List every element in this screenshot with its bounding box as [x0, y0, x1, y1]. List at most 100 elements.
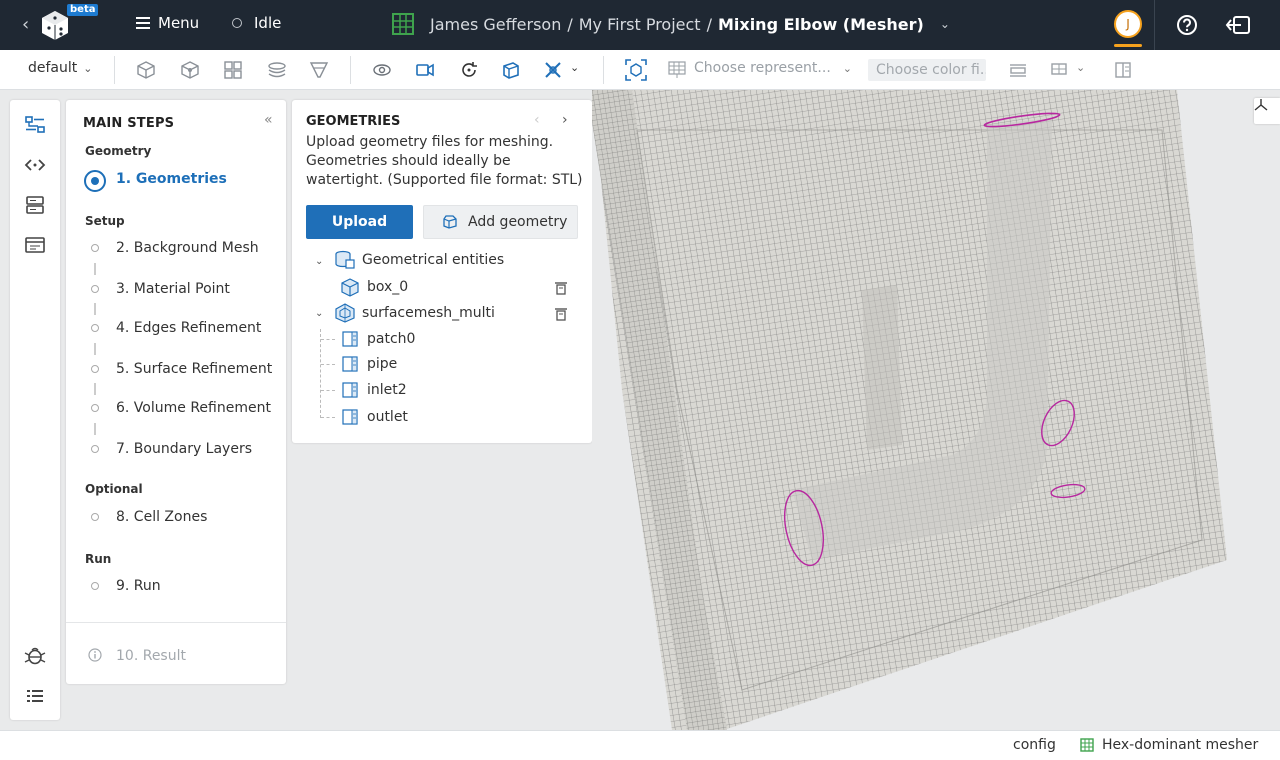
tree-label: inlet2 [367, 382, 407, 398]
step-surface-refinement[interactable]: 5. Surface Refinement [116, 361, 272, 377]
next-step-icon[interactable]: › [562, 112, 568, 128]
breadcrumb-current[interactable]: Mixing Elbow (Mesher) [718, 15, 924, 34]
workflow-steps-icon[interactable] [24, 114, 46, 136]
step-bullet-icon [91, 244, 99, 252]
server-icon[interactable] [24, 194, 46, 216]
list-icon[interactable] [24, 685, 46, 707]
step-result: 10. Result [116, 648, 186, 664]
chevron-down-icon[interactable]: ⌄ [1076, 61, 1085, 74]
step-volume-refinement[interactable]: 6. Volume Refinement [116, 400, 271, 416]
step-geometries[interactable]: 1. Geometries [116, 171, 227, 187]
tree-node-geometrical-entities[interactable]: Geometrical entities [334, 250, 504, 270]
view-wire-icon[interactable] [180, 60, 200, 80]
menu-button[interactable]: Menu [136, 14, 199, 32]
hamburger-icon [136, 17, 150, 29]
fit-view-icon[interactable] [625, 59, 647, 81]
tree-node-patch[interactable]: outlet [342, 407, 408, 427]
mesher-type[interactable]: Hex-dominant mesher [1080, 737, 1258, 753]
representation-select[interactable]: Choose represent... ⌄ [694, 60, 852, 76]
patch-icon [342, 382, 358, 398]
chevron-down-icon[interactable]: ⌄ [940, 17, 950, 31]
step-bullet-icon [91, 404, 99, 412]
slice-icon[interactable] [1008, 60, 1028, 80]
chevron-down-icon: ⌄ [842, 61, 852, 75]
tree-node-patch[interactable]: pipe [342, 354, 397, 374]
tree-label: box_0 [367, 279, 409, 295]
step-edges-refinement[interactable]: 4. Edges Refinement [116, 320, 261, 336]
menu-label: Menu [158, 14, 200, 32]
preset-dropdown[interactable]: default ⌄ [28, 60, 92, 76]
breadcrumb-project[interactable]: My First Project [579, 15, 701, 34]
trash-icon[interactable] [554, 307, 568, 321]
cube-icon[interactable] [501, 60, 521, 80]
bug-icon[interactable] [24, 645, 46, 667]
back-chevron-icon[interactable]: ‹ [22, 14, 29, 35]
view-iso-icon[interactable] [136, 60, 156, 80]
step-bullet-icon [91, 513, 99, 521]
prev-step-icon[interactable]: ‹ [534, 112, 540, 128]
step-bullet-icon [91, 324, 99, 332]
add-geometry-icon [443, 215, 457, 229]
breadcrumb-user[interactable]: James Gefferson [430, 15, 561, 34]
exit-icon[interactable] [1225, 14, 1251, 36]
top-bar: ‹ beta Menu Idle James Gefferson / My Fi… [0, 0, 1280, 50]
panel-description: Upload geometry files for meshing. Geome… [306, 134, 583, 188]
patch-icon [342, 356, 358, 372]
mesh-render[interactable] [592, 90, 1280, 730]
rotate-icon[interactable] [459, 60, 479, 80]
trash-icon[interactable] [554, 281, 568, 295]
chevron-down-icon[interactable]: ⌄ [315, 256, 323, 267]
magic-tools-icon[interactable] [543, 60, 563, 80]
main-steps-panel: MAIN STEPS « Geometry 1. Geometries Setu… [66, 100, 286, 684]
group-setup: Setup [85, 214, 125, 228]
side-panel-icon[interactable] [1113, 60, 1133, 80]
collapse-icon[interactable]: « [264, 112, 273, 128]
surface-mesh-icon [335, 303, 355, 323]
camera-icon[interactable] [415, 60, 435, 80]
code-icon[interactable] [24, 154, 46, 176]
info-icon [88, 648, 102, 662]
layers-icon[interactable] [267, 60, 287, 80]
tree-label: outlet [367, 409, 408, 425]
step-connector [94, 263, 96, 275]
database-icon [335, 250, 355, 269]
group-run: Run [85, 552, 112, 566]
status-bar: config Hex-dominant mesher [0, 730, 1280, 760]
step-bullet-icon [91, 445, 99, 453]
step-cell-zones[interactable]: 8. Cell Zones [116, 509, 207, 525]
axes-toggle-button[interactable] [1254, 98, 1280, 124]
divider [350, 56, 351, 84]
tree-node-surfacemesh[interactable]: surfacemesh_multi [334, 303, 495, 323]
terminal-icon[interactable] [24, 234, 46, 256]
grid-view-icon[interactable] [223, 60, 243, 80]
tree-node-patch[interactable]: patch0 [342, 329, 415, 349]
step-run[interactable]: 9. Run [116, 578, 161, 594]
visibility-eye-icon[interactable] [372, 60, 392, 80]
3d-viewport[interactable] [592, 90, 1280, 730]
avatar[interactable]: J [1114, 10, 1142, 38]
patch-icon [342, 331, 358, 347]
step-background-mesh[interactable]: 2. Background Mesh [116, 240, 259, 256]
tree-node-box[interactable]: box_0 [340, 277, 408, 297]
legend-icon[interactable] [1050, 60, 1070, 80]
filter-icon[interactable] [309, 60, 329, 80]
representation-grid-icon[interactable] [667, 60, 687, 80]
mesher-label: Hex-dominant mesher [1102, 737, 1259, 753]
step-bullet-icon [91, 582, 99, 590]
step-connector [94, 343, 96, 355]
step-material-point[interactable]: 3. Material Point [116, 281, 230, 297]
config-link[interactable]: config [1013, 737, 1056, 753]
chevron-down-icon[interactable]: ⌄ [315, 308, 323, 319]
step-boundary-layers[interactable]: 7. Boundary Layers [116, 441, 252, 457]
tree-label: pipe [367, 356, 398, 372]
color-field-select[interactable]: Choose color fi... [868, 59, 986, 81]
left-rail [10, 100, 60, 720]
tree-node-patch[interactable]: inlet2 [342, 380, 407, 400]
upload-button[interactable]: Upload [306, 205, 413, 239]
divider [603, 56, 604, 84]
divider [1154, 0, 1155, 50]
status-label: Idle [254, 14, 282, 32]
add-geometry-button[interactable]: Add geometry [423, 205, 578, 239]
help-icon[interactable] [1176, 14, 1198, 36]
chevron-down-icon[interactable]: ⌄ [570, 61, 579, 74]
